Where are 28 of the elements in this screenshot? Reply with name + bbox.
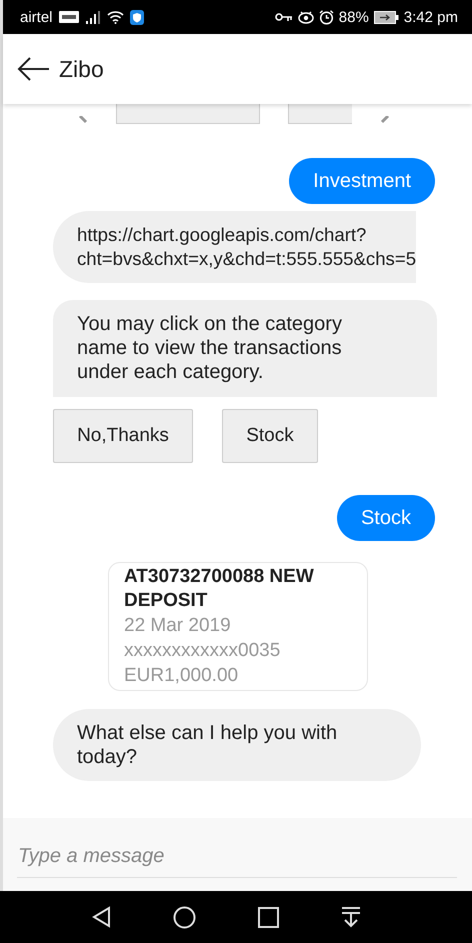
quick-reply-button[interactable]: Stock <box>222 409 318 463</box>
home-nav-icon[interactable] <box>173 906 196 928</box>
quick-reply-button[interactable]: No,Thanks <box>53 409 193 463</box>
notification-pull-icon[interactable] <box>341 906 361 928</box>
carrier-name: airtel <box>20 8 53 26</box>
alarm-icon <box>318 10 334 24</box>
message-input[interactable]: Type a message <box>3 818 472 891</box>
shield-icon <box>130 10 144 24</box>
transaction-title: AT30732700088 NEW DEPOSIT <box>124 565 315 613</box>
transaction-detail: 22 Mar 2019 <box>124 614 232 638</box>
clock-time: 3:42 pm <box>404 8 458 26</box>
transaction-detail: xxxxxxxxxxxx0035 <box>124 639 282 663</box>
bot-message: You may click on the category name to view the transactions under each category. <box>53 300 437 397</box>
chat-title: Zibo <box>59 56 104 82</box>
battery-icon <box>374 10 399 24</box>
wifi-icon <box>106 10 124 24</box>
signal-icon <box>84 10 101 24</box>
key-icon <box>274 12 293 22</box>
back-button[interactable] <box>17 56 51 82</box>
back-nav-icon[interactable] <box>91 906 111 928</box>
eye-icon <box>298 10 314 24</box>
bot-message: https://chart.googleapis.com/chart? cht=bvs&chxt=x,y&chd=t:555.555&chs=5 <box>53 211 416 283</box>
recents-nav-icon[interactable] <box>258 906 279 928</box>
user-message: Investment <box>289 158 435 204</box>
user-message: Stock <box>336 495 435 541</box>
battery-percent: 88% <box>338 8 369 26</box>
transaction-detail: EUR1,000.00 <box>124 664 240 688</box>
bot-message: What else can I help you with today? <box>53 709 421 781</box>
